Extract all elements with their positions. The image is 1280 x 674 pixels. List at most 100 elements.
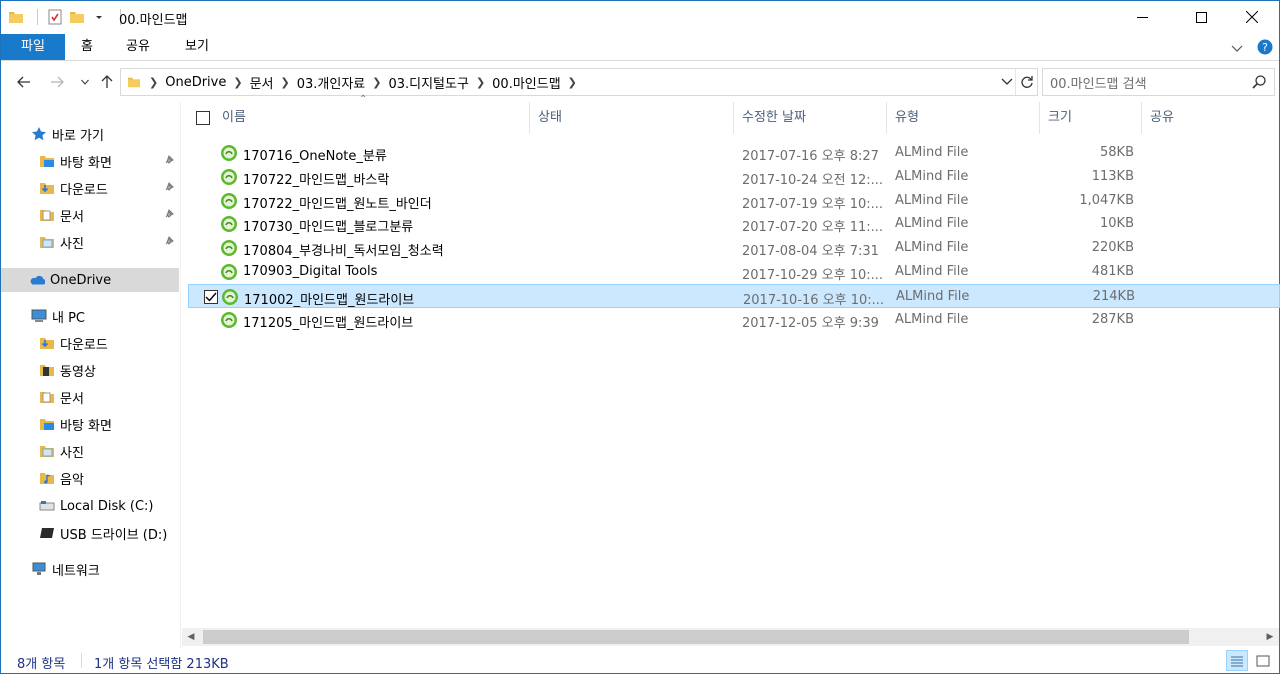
pictures-folder-icon	[39, 234, 55, 250]
almind-file-icon	[220, 263, 238, 281]
close-button[interactable]	[1229, 1, 1275, 33]
breadcrumb-personal-data[interactable]: 03.개인자료	[294, 73, 369, 92]
sidebar-item-downloads-pinned[interactable]: 다운로드	[1, 176, 179, 200]
expand-ribbon-chevron-icon[interactable]	[1231, 42, 1243, 57]
sidebar-item-music[interactable]: 음악	[1, 466, 179, 490]
table-row[interactable]: 171002_마인드맵_원드라이브 2017-10-16 오후 10:... ALM…	[188, 283, 1280, 308]
videos-folder-icon	[39, 362, 55, 378]
sidebar-item-network[interactable]: 네트워크	[1, 557, 179, 581]
sidebar-item-label: 네트워크	[52, 563, 100, 579]
sidebar-item-label: 바탕 화면	[60, 418, 112, 434]
pin-icon[interactable]	[163, 208, 175, 224]
search-input[interactable]: 00.마인드맵 검색	[1042, 68, 1275, 96]
sidebar-item-documents[interactable]: 문서	[1, 385, 179, 409]
breadcrumb-digital-tools[interactable]: 03.디지털도구	[385, 73, 471, 92]
file-size: 214KB	[1092, 288, 1135, 304]
breadcrumb-onedrive[interactable]: OneDrive	[162, 75, 229, 90]
file-list-pane: ⌃ 이름 상태 수정한 날짜 유형 크기 공유 170716_OneNote_분…	[182, 94, 1280, 628]
column-header-modified[interactable]: 수정한 날짜	[734, 102, 887, 134]
sidebar-item-pictures-pinned[interactable]: 사진	[1, 230, 179, 254]
column-header-name[interactable]: 이름	[214, 102, 530, 134]
table-row[interactable]: 170804_부경나비_독서모임_청소력 2017-08-04 오후 7:31 AL…	[188, 236, 1280, 260]
sidebar-item-this-pc[interactable]: 내 PC	[1, 304, 179, 328]
almind-file-icon	[220, 192, 238, 210]
breadcrumb-separator-icon[interactable]: ❯	[564, 76, 581, 89]
minimize-button[interactable]	[1119, 1, 1165, 33]
sidebar-item-pictures[interactable]: 사진	[1, 439, 179, 463]
forward-button[interactable]	[47, 72, 67, 92]
search-icon[interactable]	[1252, 75, 1266, 93]
sidebar-item-onedrive[interactable]: OneDrive	[1, 268, 179, 292]
table-row[interactable]: 170716_OneNote_분류 2017-07-16 오후 8:27 ALMin…	[188, 141, 1280, 165]
tab-view[interactable]: 보기	[185, 34, 209, 60]
selection-info: 1개 항목 선택함 213KB	[94, 657, 229, 672]
properties-icon[interactable]	[46, 8, 64, 26]
new-folder-icon[interactable]	[68, 8, 86, 26]
scroll-left-arrow-icon[interactable]: ◀	[182, 628, 200, 646]
tab-share[interactable]: 공유	[126, 34, 150, 60]
scroll-right-arrow-icon[interactable]: ▶	[1261, 628, 1279, 646]
file-modified: 2017-10-29 오후 10:...	[742, 268, 882, 283]
scrollbar-thumb[interactable]	[203, 630, 1189, 644]
almind-file-icon	[221, 288, 239, 306]
sidebar-item-videos[interactable]: 동영상	[1, 358, 179, 382]
file-name: 171205_마인드맵_원드라이브	[243, 315, 414, 331]
table-row[interactable]: 170730_마인드맵_블로그분류 2017-07-20 오후 11:... ALM…	[188, 212, 1280, 236]
almind-file-icon	[220, 168, 238, 186]
address-bar[interactable]: ❯ OneDrive ❯ 문서 ❯ 03.개인자료 ❯ 03.디지털도구 ❯ 0…	[120, 68, 1038, 96]
details-view-button[interactable]	[1226, 650, 1248, 671]
recent-locations-chevron-icon[interactable]	[75, 72, 95, 92]
file-modified: 2017-10-16 오후 10:...	[743, 292, 883, 308]
file-name: 171002_마인드맵_원드라이브	[244, 292, 415, 308]
back-button[interactable]	[14, 72, 34, 92]
customize-toolbar-chevron-icon[interactable]	[90, 8, 108, 26]
usb-drive-icon	[39, 525, 55, 541]
sidebar-item-label: 바탕 화면	[60, 155, 112, 171]
file-type: ALMind File	[895, 311, 969, 327]
breadcrumb-documents[interactable]: 문서	[247, 73, 277, 92]
sidebar-item-local-disk[interactable]: Local Disk (C:)	[1, 494, 179, 518]
column-header-share[interactable]: 공유	[1142, 102, 1279, 134]
breadcrumb-mindmap[interactable]: 00.마인드맵	[489, 73, 564, 92]
column-header-status[interactable]: 상태	[530, 102, 734, 134]
horizontal-scrollbar[interactable]: ◀ ▶	[182, 628, 1279, 646]
maximize-button[interactable]	[1178, 1, 1224, 33]
breadcrumb-separator-icon[interactable]: ❯	[472, 76, 489, 89]
tab-home[interactable]: 홈	[81, 34, 93, 60]
music-folder-icon	[39, 470, 55, 486]
sidebar-item-desktop-pinned[interactable]: 바탕 화면	[1, 149, 179, 173]
large-icons-view-button[interactable]	[1252, 650, 1274, 671]
almind-file-icon	[220, 311, 238, 329]
file-explorer-window: 00.마인드맵 파일 홈 공유 보기 ? ❯ OneDrive ❯ 문서 ❯ 0…	[0, 0, 1280, 674]
help-icon[interactable]: ?	[1257, 39, 1273, 59]
sidebar-item-desktop[interactable]: 바탕 화면	[1, 412, 179, 436]
refresh-button[interactable]	[1015, 69, 1037, 95]
up-button[interactable]	[97, 72, 117, 92]
breadcrumb-separator-icon[interactable]: ❯	[277, 76, 294, 89]
sidebar-item-label: 내 PC	[52, 310, 86, 326]
column-header-type[interactable]: 유형	[887, 102, 1040, 134]
column-header-size[interactable]: 크기	[1040, 102, 1142, 134]
pin-icon[interactable]	[163, 154, 175, 170]
select-all-checkbox[interactable]	[196, 111, 210, 125]
table-row[interactable]: 170722_마인드맵_바스락 2017-10-24 오전 12:... ALMin…	[188, 165, 1280, 189]
breadcrumb-separator-icon[interactable]: ❯	[229, 76, 246, 89]
breadcrumb-separator-icon[interactable]: ❯	[145, 76, 162, 89]
sidebar-item-documents-pinned[interactable]: 문서	[1, 203, 179, 227]
file-size: 10KB	[1100, 216, 1134, 232]
pin-icon[interactable]	[163, 235, 175, 251]
sidebar-item-downloads[interactable]: 다운로드	[1, 331, 179, 355]
sidebar-item-usb-drive[interactable]: USB 드라이브 (D:)	[1, 521, 179, 545]
address-history-chevron-icon[interactable]	[1001, 74, 1013, 92]
tab-file[interactable]: 파일	[1, 34, 65, 60]
breadcrumb-separator-icon[interactable]: ❯	[368, 76, 385, 89]
table-row[interactable]: 171205_마인드맵_원드라이브 2017-12-05 오후 9:39 ALMin…	[188, 308, 1280, 332]
row-checkbox[interactable]	[204, 289, 218, 304]
onedrive-cloud-icon	[29, 272, 45, 288]
table-row[interactable]: 170903_Digital Tools 2017-10-29 오후 10:...…	[188, 260, 1280, 284]
table-row[interactable]: 170722_마인드맵_원노트_바인더 2017-07-19 오후 10:... A…	[188, 189, 1280, 213]
file-type: ALMind File	[895, 168, 969, 184]
sidebar-item-quick-access[interactable]: 바로 가기	[1, 122, 179, 146]
folder-icon[interactable]	[7, 8, 25, 26]
pin-icon[interactable]	[163, 181, 175, 197]
